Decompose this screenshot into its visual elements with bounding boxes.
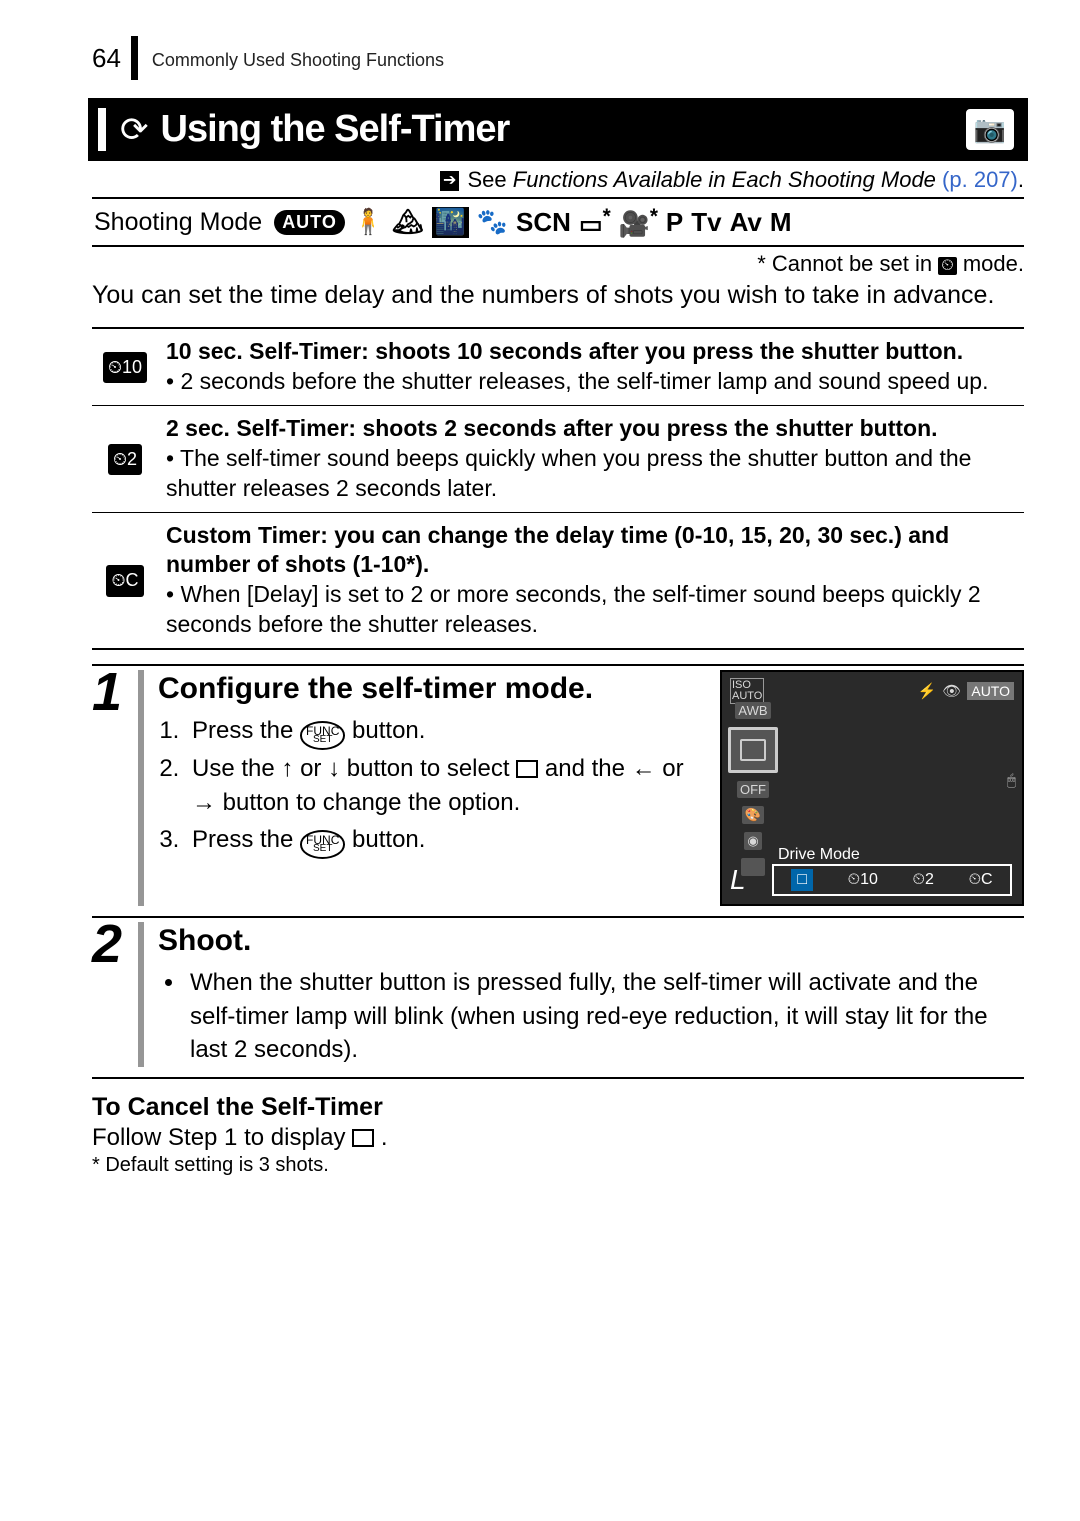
step-2: 2 Shoot. When the shutter button is pres… <box>92 918 1024 1079</box>
timer-2-title: 2 sec. Self-Timer: shoots 2 seconds afte… <box>166 415 938 441</box>
self-timer-icon: ⟳ <box>120 110 149 150</box>
mode-av: Av <box>730 207 762 238</box>
page-number-wrap: 64 <box>92 36 138 80</box>
timer-10-title: 10 sec. Self-Timer: shoots 10 seconds af… <box>166 338 963 364</box>
section-title: Using the Self-Timer <box>161 108 966 151</box>
lcd-screenshot: ISO AUTO ⚡ 👁 AUTO AWB OFF 🎨 ◉ 🖱 Dr <box>720 670 1024 906</box>
timer-10-bullet: 2 seconds before the shutter releases, t… <box>180 368 988 394</box>
lcd-drive-label: Drive Mode <box>778 846 860 864</box>
see-link-text: Functions Available in Each Shooting Mod… <box>513 167 936 192</box>
step-2-list: When the shutter button is pressed fully… <box>158 966 1024 1067</box>
lcd-effect-icon: 🎨 <box>742 806 764 824</box>
page-header: 64 Commonly Used Shooting Functions <box>92 36 1024 80</box>
single-shot-icon <box>516 760 538 778</box>
night-snapshot-icon: 🌃 <box>432 207 469 238</box>
mode-auto-icon: AUTO <box>274 210 345 235</box>
step-1-list: Press the FUNCSET button. Use the ↑ or ↓… <box>158 714 702 859</box>
func-set-button-icon: FUNCSET <box>300 721 345 750</box>
portrait-icon: 🧍 <box>353 208 384 237</box>
cancel-instruction: Follow Step 1 to display . <box>92 1124 1024 1152</box>
lcd-flash-icon: ⚡ <box>918 682 937 700</box>
step-2-title: Shoot. <box>158 924 1024 958</box>
section-title-bar: ⟳ Using the Self-Timer 📷 <box>88 98 1028 161</box>
list-item: Press the FUNCSET button. <box>186 714 702 750</box>
lcd-mouse-icon: 🖱 <box>1007 772 1016 789</box>
lcd-opt-single: □ <box>791 869 813 891</box>
asterisk-note: * Cannot be set in ⏲ mode. <box>92 251 1024 277</box>
list-item: Use the ↑ or ↓ button to select and the … <box>186 752 702 822</box>
right-arrow-icon: → <box>192 789 216 816</box>
mode-scn: SCN <box>516 207 571 238</box>
mode-restricted-icon: ⏲ <box>938 257 956 275</box>
intro-paragraph: You can set the time delay and the numbe… <box>92 279 1024 313</box>
timer-custom-bullet: When [Delay] is set to 2 or more seconds… <box>166 581 981 637</box>
timer-modes-table: ⏲10 10 sec. Self-Timer: shoots 10 second… <box>92 327 1024 650</box>
timer-10-icon: ⏲10 <box>103 352 147 383</box>
lcd-awb-icon: AWB <box>735 702 770 719</box>
landscape-icon: 🏔 <box>392 208 424 237</box>
lcd-opt-10s: ⏲10 <box>848 871 878 889</box>
cancel-heading: To Cancel the Self-Timer <box>92 1093 1024 1122</box>
shooting-mode-label: Shooting Mode <box>94 208 262 237</box>
table-row: ⏲C Custom Timer: you can change the dela… <box>92 512 1024 649</box>
page-number: 64 <box>92 43 121 74</box>
see-dot: . <box>1018 167 1024 192</box>
title-accent <box>98 108 106 151</box>
mode-p: P <box>666 207 683 238</box>
camera-icon: 📷 <box>966 109 1014 150</box>
step-1-number: 1 <box>92 670 144 906</box>
down-arrow-icon: ↓ <box>328 755 340 782</box>
mode-icons: AUTO 🧍 🏔 🌃 🐾 SCN ▭* 🎥* P Tv Av M <box>274 205 791 239</box>
timer-custom-icon: ⏲C <box>106 565 143 596</box>
single-shot-icon <box>352 1129 374 1147</box>
asterisk-note-prefix: * Cannot be set in <box>757 251 938 276</box>
table-row: ⏲2 2 sec. Self-Timer: shoots 2 seconds a… <box>92 405 1024 512</box>
step-1: 1 Configure the self-timer mode. Press t… <box>92 664 1024 918</box>
lcd-size-l: L <box>730 864 746 896</box>
breadcrumb: Commonly Used Shooting Functions <box>152 46 444 71</box>
shooting-mode-row: Shooting Mode AUTO 🧍 🏔 🌃 🐾 SCN ▭* 🎥* P T… <box>92 197 1024 247</box>
left-arrow-icon: ← <box>632 755 656 782</box>
lcd-off-icon: OFF <box>737 781 769 798</box>
timer-custom-title: Custom Timer: you can change the delay t… <box>166 522 949 578</box>
lcd-iso-icon: ISO AUTO <box>730 678 764 704</box>
lcd-drive-options: □ ⏲10 ⏲2 ⏲C <box>772 864 1012 896</box>
lcd-redeye-icon: 👁 <box>942 682 961 700</box>
see-reference: ➔ See Functions Available in Each Shooti… <box>92 167 1024 193</box>
list-item: Press the FUNCSET button. <box>186 823 702 859</box>
timer-2-bullet: The self-timer sound beeps quickly when … <box>166 445 971 501</box>
up-arrow-icon: ↑ <box>281 755 293 782</box>
kids-pets-icon: 🐾 <box>477 208 508 237</box>
mode-tv: Tv <box>691 207 721 238</box>
stitch-icon: ▭* <box>579 205 611 239</box>
asterisk-note-suffix: mode. <box>963 251 1024 276</box>
list-item: When the shutter button is pressed fully… <box>186 966 1024 1067</box>
timer-2-icon: ⏲2 <box>108 444 142 475</box>
lcd-drive-ring-icon <box>728 727 778 773</box>
see-prefix: See <box>468 167 513 192</box>
footnote: * Default setting is 3 shots. <box>92 1154 1024 1177</box>
lcd-opt-2s: ⏲2 <box>913 871 934 889</box>
movie-icon: 🎥* <box>619 205 658 239</box>
step-1-title: Configure the self-timer mode. <box>158 672 702 706</box>
step-2-number: 2 <box>92 922 144 1067</box>
lcd-meter-icon: ◉ <box>744 832 761 850</box>
func-set-button-icon: FUNCSET <box>300 830 345 859</box>
see-page-ref[interactable]: (p. 207) <box>942 167 1018 192</box>
lcd-auto-chip: AUTO <box>967 682 1014 700</box>
lcd-opt-custom: ⏲C <box>969 871 993 889</box>
arrow-icon: ➔ <box>440 171 459 191</box>
table-row: ⏲10 10 sec. Self-Timer: shoots 10 second… <box>92 328 1024 405</box>
mode-m: M <box>770 207 792 238</box>
